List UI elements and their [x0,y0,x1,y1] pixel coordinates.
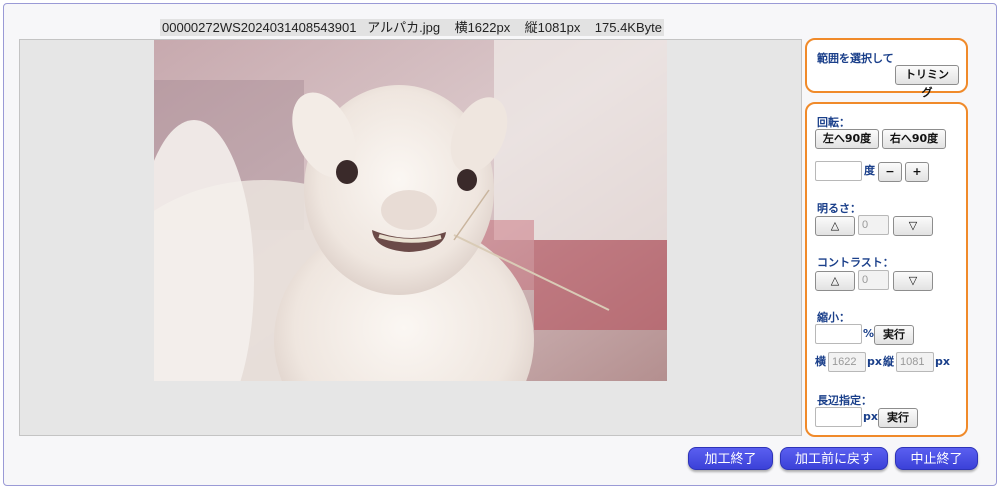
shrink-label: 縮小： [817,311,850,324]
brightness-down-button[interactable]: ▽ [893,216,933,236]
rotate-minus-button[interactable]: − [878,162,902,182]
brightness-label: 明るさ： [817,202,861,215]
revert-button[interactable]: 加工前に戻す [780,447,888,470]
rotate-right-button[interactable]: 右へ90度 [882,129,946,149]
percent-unit: % [863,327,875,340]
adjust-panel: 回転： 左へ90度 右へ90度 度 − + 明るさ： △ 0 ▽ コントラスト：… [805,102,968,437]
alpaca-image [154,40,667,381]
degree-unit: 度 [864,164,875,177]
cancel-exit-button[interactable]: 中止終了 [895,447,978,470]
height-label: 縦 [883,355,894,368]
trim-button[interactable]: トリミング [895,65,959,99]
width-unit: px [867,355,882,368]
alpaca-photo[interactable] [154,40,667,381]
long-side-input[interactable] [815,407,862,427]
long-side-label: 長辺指定： [817,394,872,407]
contrast-up-button[interactable]: △ [815,271,855,291]
contrast-down-button[interactable]: ▽ [893,271,933,291]
shrink-run-button[interactable]: 実行 [874,325,914,345]
width-label: 横 [815,355,826,368]
height-value: 1081 [896,352,934,372]
file-info-bar: 00000272WS2024031408543901 アルパカ.jpg 横162… [160,19,664,36]
rotate-plus-button[interactable]: + [905,162,929,182]
finish-edit-button[interactable]: 加工終了 [688,447,773,470]
contrast-value: 0 [858,270,889,290]
rotate-degree-input[interactable] [815,161,862,181]
long-side-unit: px [863,410,878,423]
width-value: 1622 [828,352,866,372]
shrink-percent-input[interactable] [815,324,862,344]
image-canvas[interactable] [19,39,802,436]
rotate-left-button[interactable]: 左へ90度 [815,129,879,149]
contrast-label: コントラスト： [817,256,894,269]
brightness-up-button[interactable]: △ [815,216,855,236]
brightness-value: 0 [858,215,889,235]
height-unit: px [935,355,950,368]
trim-panel: 範囲を選択して トリミング [805,38,968,99]
trim-instruction-label: 範囲を選択して [817,52,894,65]
rotate-label: 回転： [817,116,850,129]
long-side-run-button[interactable]: 実行 [878,408,918,428]
